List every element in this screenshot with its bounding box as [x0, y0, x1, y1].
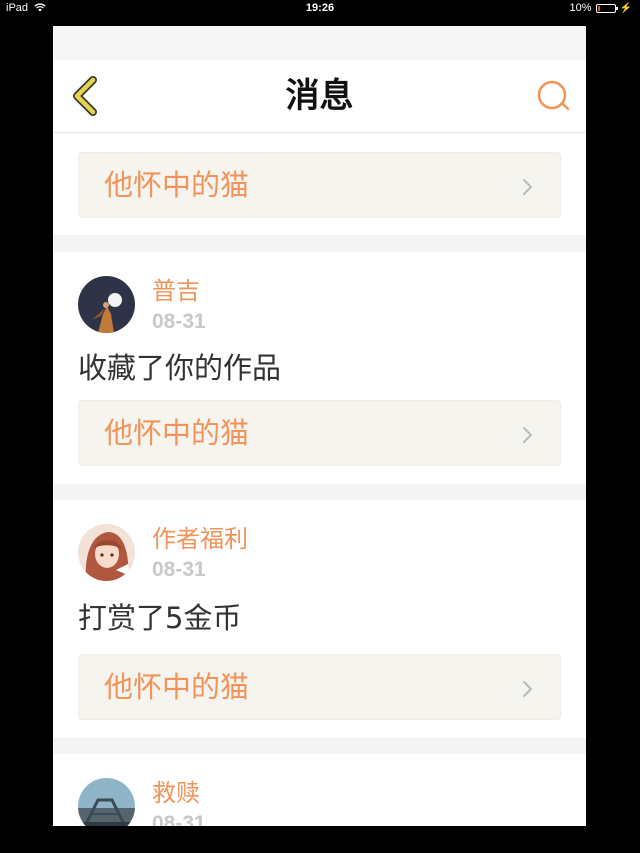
work-link[interactable]: 他怀中的猫	[78, 654, 561, 720]
message-date: 08-31	[152, 310, 206, 333]
avatar[interactable]	[78, 524, 135, 581]
work-title: 他怀中的猫	[104, 416, 250, 450]
message-card: 普吉 08-31 收藏了你的作品 他怀中的猫	[53, 252, 586, 484]
status-time: 19:26	[305, 2, 335, 14]
chevron-right-icon	[523, 427, 532, 443]
battery-percent: 10%	[569, 2, 592, 14]
battery-fill	[597, 5, 600, 11]
work-link[interactable]: 他怀中的猫	[78, 400, 561, 466]
avatar-image	[78, 276, 135, 333]
work-title: 他怀中的猫	[104, 670, 250, 704]
username[interactable]: 作者福利	[152, 524, 248, 554]
message-card: 救赎 08-31	[53, 754, 586, 826]
work-link[interactable]: 他怀中的猫	[78, 152, 561, 218]
chevron-right-icon	[523, 179, 532, 195]
message-card: 作者福利 08-31 打赏了5金币 他怀中的猫	[53, 500, 586, 738]
username[interactable]: 救赎	[152, 778, 200, 808]
avatar-image	[78, 524, 135, 581]
avatar-image	[78, 778, 135, 826]
battery-icon	[595, 3, 618, 13]
status-bar: iPad 19:26 10% ⚡	[0, 0, 640, 18]
work-title: 他怀中的猫	[104, 168, 250, 202]
message-action: 打赏了5金币	[78, 601, 242, 635]
avatar[interactable]	[78, 778, 135, 826]
message-action: 收藏了你的作品	[78, 351, 282, 385]
message-date: 08-31	[152, 812, 206, 826]
page-title: 消息	[285, 76, 354, 116]
nav-bar: 消息	[53, 60, 586, 133]
top-strip	[53, 26, 586, 60]
message-date: 08-31	[152, 558, 206, 581]
chevron-right-icon	[523, 681, 532, 697]
message-card: 他怀中的猫	[53, 133, 586, 235]
username[interactable]: 普吉	[152, 276, 200, 306]
avatar[interactable]	[78, 276, 135, 333]
charging-icon: ⚡	[619, 2, 632, 14]
search-icon[interactable]	[534, 78, 574, 114]
status-right: 10% ⚡	[570, 2, 632, 14]
app-window: 消息 他怀中的猫 普吉 08-31 收藏了你的作品 他怀中的猫 作者福利 08-…	[53, 26, 586, 826]
